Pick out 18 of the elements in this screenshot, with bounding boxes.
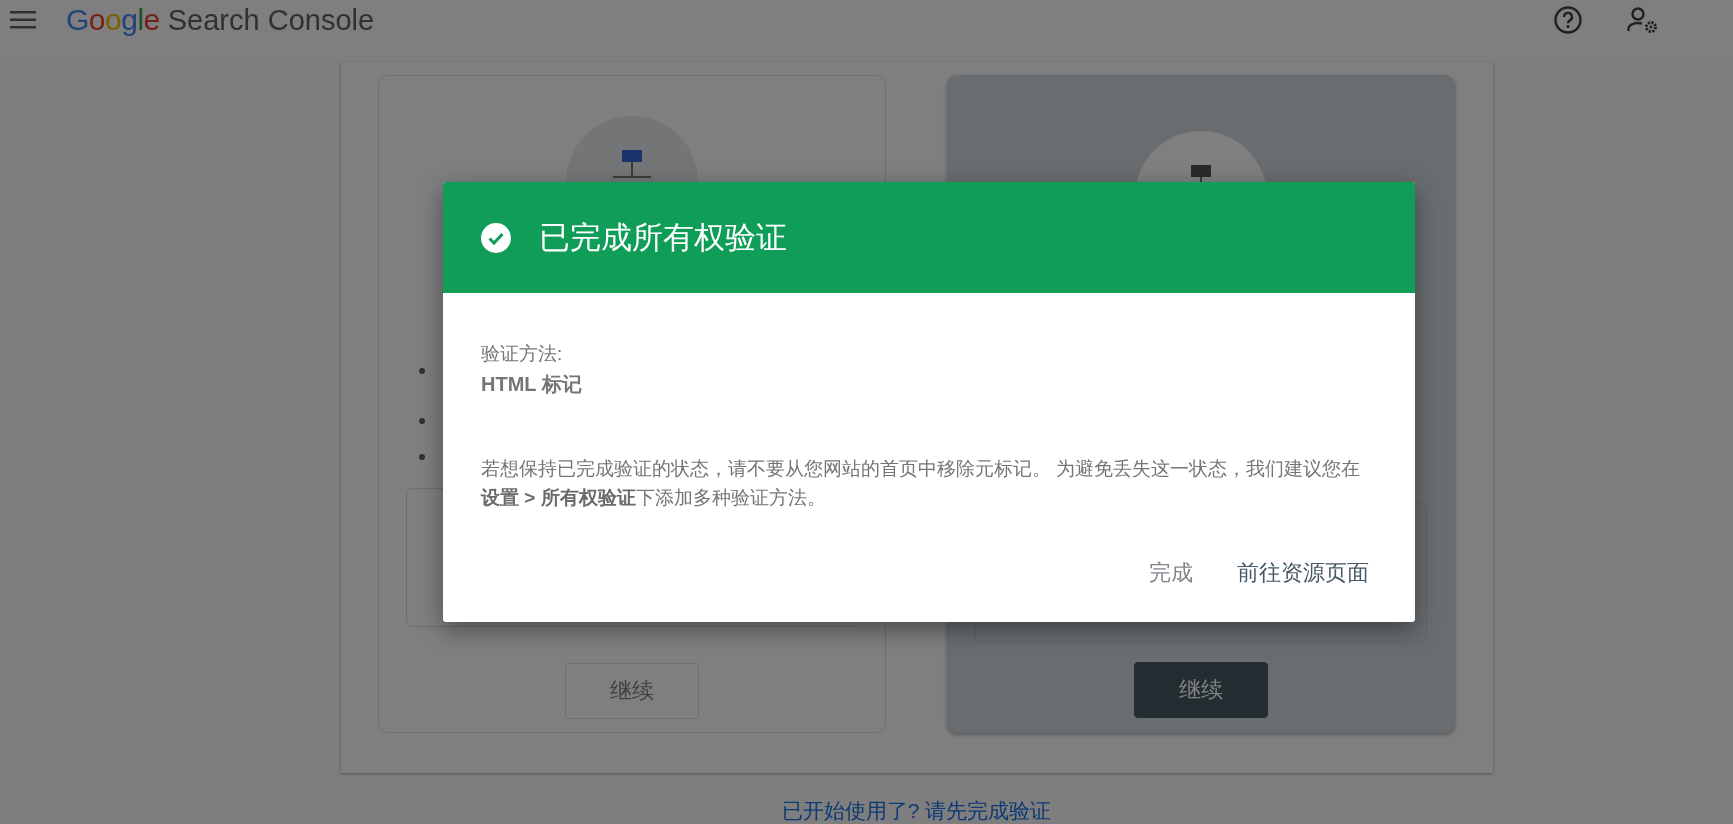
go-to-property-button[interactable]: 前往资源页面 xyxy=(1229,554,1377,592)
brand-logo[interactable]: Google xyxy=(66,3,160,37)
continue-button[interactable]: 继续 xyxy=(1134,662,1268,718)
method-value: HTML 标记 xyxy=(481,372,583,397)
product-name: Search Console xyxy=(167,4,375,37)
menu-icon[interactable] xyxy=(10,11,36,29)
dialog-message: 若想保持已完成验证的状态，请不要从您网站的首页中移除元标记。 为避免丢失这一状态，我们建议您在设置 > 所有权验证下添加多种验证方法。 xyxy=(481,457,1361,510)
check-circle-icon xyxy=(481,222,511,253)
done-button[interactable]: 完成 xyxy=(1141,554,1201,592)
bullet-icon xyxy=(419,418,425,424)
start-link[interactable]: 已开始使用了? 请先完成验证 xyxy=(781,797,1052,824)
bullet-icon xyxy=(419,454,425,460)
bullet-icon xyxy=(419,368,425,374)
dialog-title: 已完成所有权验证 xyxy=(539,218,787,257)
account-settings-icon[interactable] xyxy=(1627,6,1659,34)
method-label: 验证方法: xyxy=(481,342,564,366)
continue-button[interactable]: 继续 xyxy=(565,663,699,719)
help-icon[interactable] xyxy=(1553,5,1583,35)
